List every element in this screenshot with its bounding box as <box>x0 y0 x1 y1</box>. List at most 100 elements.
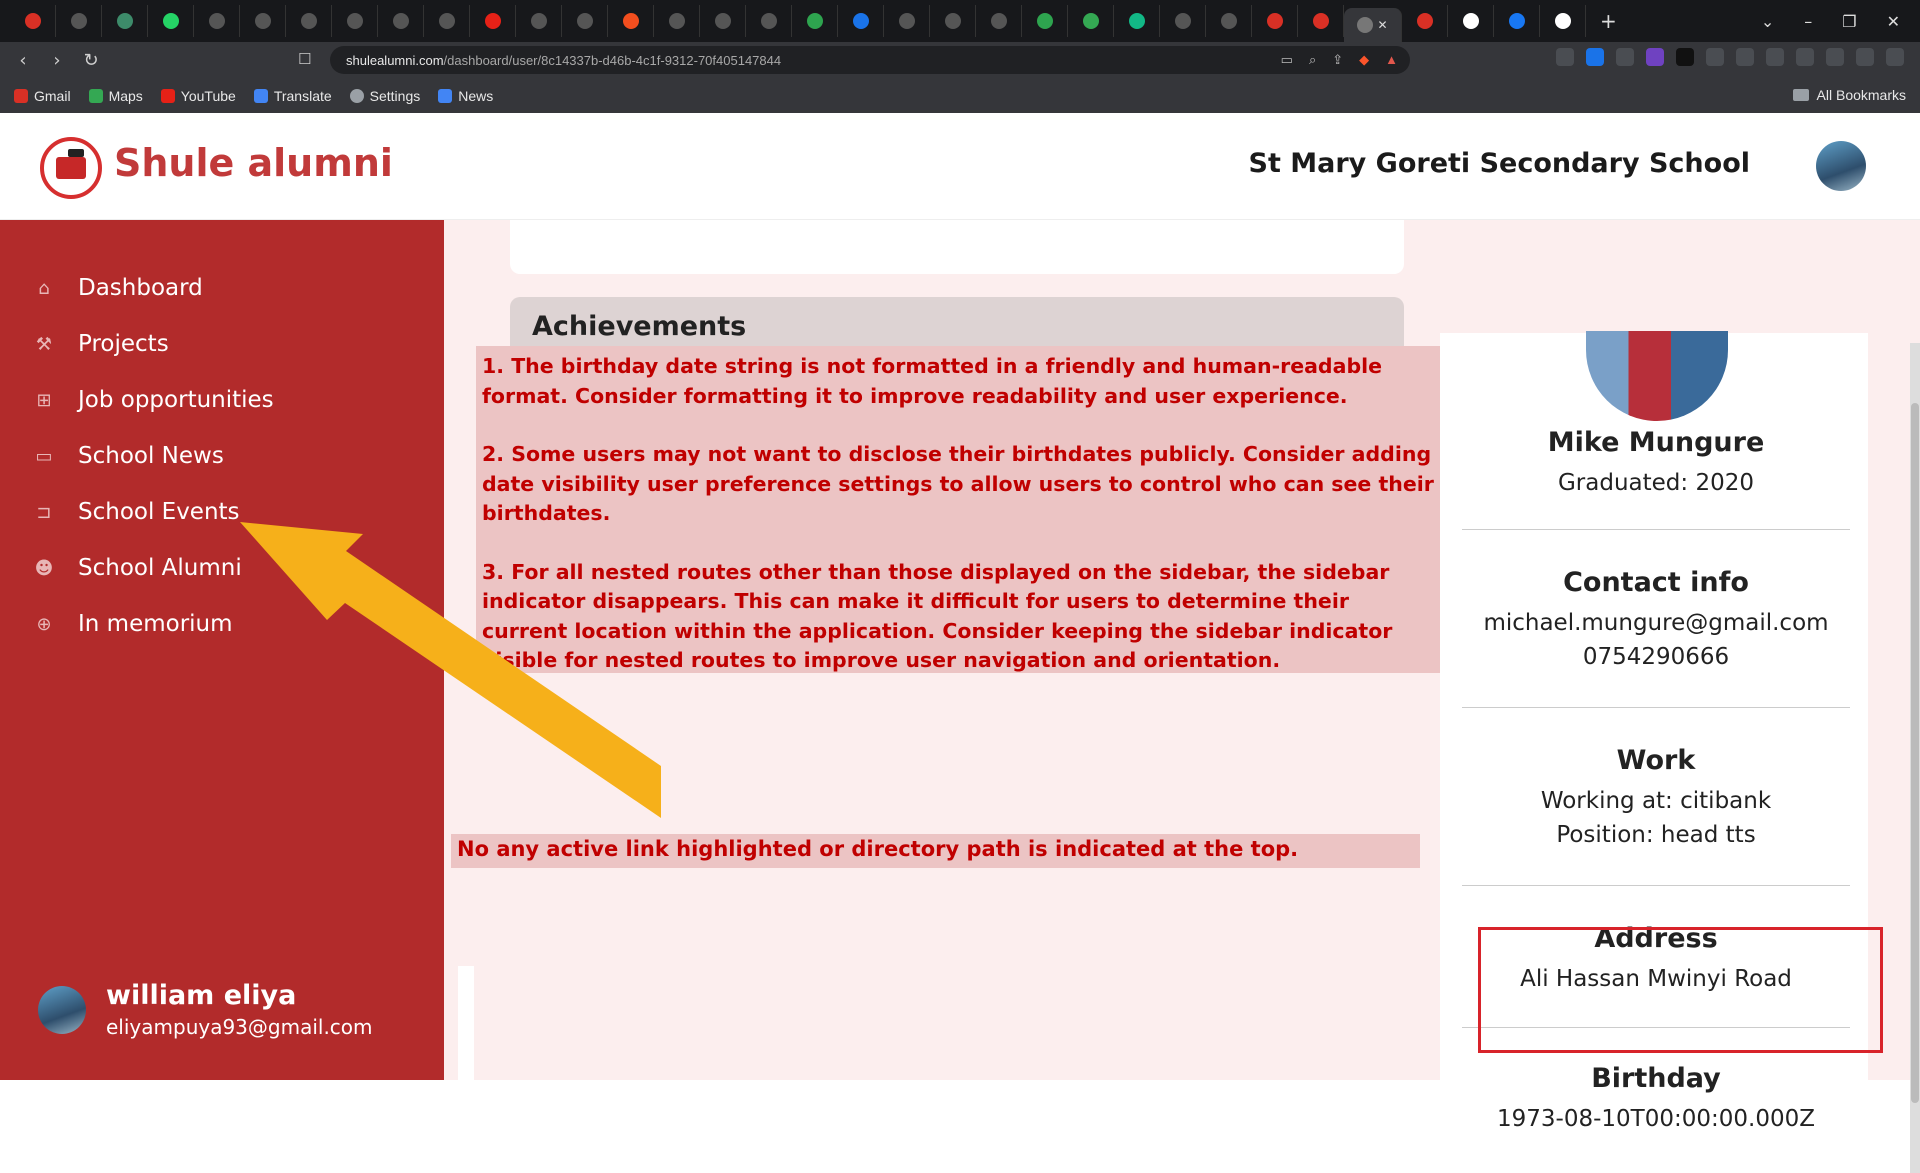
brave-rewards-icon[interactable]: ▲ <box>1385 52 1398 68</box>
review-note: 1. The birthday date string is not forma… <box>482 354 1383 408</box>
browser-tab[interactable] <box>976 5 1022 37</box>
browser-tab[interactable] <box>792 5 838 37</box>
birthday-info: Birthday 1973-08-10T00:00:00.000Z <box>1462 1063 1850 1136</box>
bookmark-icon[interactable]: ☐ <box>298 50 311 68</box>
avatar <box>38 985 86 1034</box>
section-title: Achievements <box>532 311 747 342</box>
url-path: /dashboard/user/8c14337b-d46b-4c1f-9312-… <box>443 52 782 68</box>
sidebar-item-in-memorium[interactable]: ⊕ In memorium <box>32 596 274 652</box>
divider <box>1462 707 1850 708</box>
chevron-down-icon[interactable]: ⌄ <box>1761 12 1774 31</box>
sidebar-item-school-alumni[interactable]: ☻ School Alumni <box>32 540 274 596</box>
browser-tab[interactable] <box>838 5 884 37</box>
divider <box>1462 885 1850 886</box>
sidebar-item-job-opportunities[interactable]: ⊞ Job opportunities <box>32 372 273 428</box>
back-icon[interactable]: ‹ <box>6 50 40 71</box>
sidebar-item-school-events[interactable]: ⊐ School Events <box>32 484 274 540</box>
contact-email[interactable]: michael.mungure@gmail.com <box>1462 606 1850 640</box>
browser-tab[interactable] <box>700 5 746 37</box>
logo-icon[interactable] <box>40 137 102 199</box>
plus-circle-icon: ⊕ <box>36 613 52 635</box>
browser-tab[interactable] <box>884 5 930 37</box>
browser-tab[interactable] <box>746 5 792 37</box>
bookmark-youtube[interactable]: YouTube <box>160 88 236 104</box>
browser-tab[interactable] <box>516 5 562 37</box>
avatar[interactable] <box>1816 141 1866 191</box>
browser-tab[interactable] <box>1252 5 1298 37</box>
close-icon[interactable]: ✕ <box>1377 18 1387 32</box>
extension-icon[interactable] <box>1616 48 1634 66</box>
graduated: Graduated: 2020 <box>1557 470 1754 496</box>
browser-tab[interactable] <box>562 5 608 37</box>
new-tab-icon[interactable]: + <box>1600 9 1617 33</box>
extension-icon[interactable] <box>1736 48 1754 66</box>
brave-shield-icon[interactable]: ◆ <box>1359 52 1369 68</box>
restore-icon[interactable]: ❐ <box>1842 12 1856 31</box>
zoom-icon[interactable]: ⌕ <box>1309 52 1316 68</box>
bookmark-news[interactable]: News <box>438 88 493 104</box>
sidebar-toggle-icon[interactable] <box>1826 48 1844 66</box>
sidebar-item-dashboard[interactable]: ⌂ Dashboard <box>32 260 274 316</box>
browser-tab[interactable] <box>1494 5 1540 37</box>
browser-tab[interactable] <box>56 5 102 37</box>
menu-icon[interactable] <box>1886 48 1904 66</box>
browser-tab[interactable] <box>332 5 378 37</box>
browser-tab[interactable] <box>1298 5 1344 37</box>
browser-tab[interactable] <box>1114 5 1160 37</box>
browser-tab[interactable] <box>102 5 148 37</box>
reload-icon[interactable]: ↻ <box>74 50 108 71</box>
bookmark-translate[interactable]: Translate <box>253 88 332 104</box>
bookmark-settings[interactable]: Settings <box>349 88 420 104</box>
contact-phone[interactable]: 0754290666 <box>1462 640 1850 674</box>
brand-name[interactable]: Shule alumni <box>114 141 393 185</box>
browser-tab[interactable] <box>424 5 470 37</box>
bookmark-maps[interactable]: Maps <box>88 88 143 104</box>
browser-tab[interactable] <box>608 5 654 37</box>
puzzle-icon[interactable] <box>1796 48 1814 66</box>
bookmark-gmail[interactable]: Gmail <box>14 88 71 104</box>
extension-icon[interactable] <box>1676 48 1694 66</box>
current-user[interactable]: william eliya eliyampuya93@gmail.com <box>38 980 373 1039</box>
browser-tab[interactable] <box>1402 5 1448 37</box>
browser-tab[interactable] <box>654 5 700 37</box>
extension-icon[interactable] <box>1766 48 1784 66</box>
browser-tab[interactable] <box>1022 5 1068 37</box>
cast-icon[interactable]: ▭ <box>1281 52 1293 68</box>
folder-icon <box>1792 89 1809 101</box>
all-bookmarks[interactable]: All Bookmarks <box>1792 87 1906 103</box>
content-card <box>510 220 1404 274</box>
gmail-icon <box>14 88 28 103</box>
review-note: 2. Some users may not want to disclose t… <box>482 442 1434 525</box>
extension-icon[interactable] <box>1646 48 1664 66</box>
url-host: shulealumni.com <box>346 52 444 68</box>
sidebar-item-school-news[interactable]: ▭ School News <box>32 428 274 484</box>
browser-tab[interactable] <box>378 5 424 37</box>
scrollbar-thumb[interactable] <box>1911 403 1919 1103</box>
browser-tab[interactable] <box>10 5 56 37</box>
extension-icon[interactable] <box>1556 48 1574 66</box>
browser-tab[interactable] <box>930 5 976 37</box>
sidebar-item-projects[interactable]: ⚒ Projects <box>32 316 274 372</box>
window-controls: ⌄ – ❐ ✕ <box>1761 0 1920 42</box>
address-bar[interactable]: shulealumni.com/dashboard/user/8c14337b-… <box>330 46 1410 74</box>
wallet-icon[interactable] <box>1856 48 1874 66</box>
forward-icon[interactable]: › <box>40 50 74 71</box>
browser-tab[interactable] <box>286 5 332 37</box>
review-note-bottom: No any active link highlighted or direct… <box>451 834 1420 868</box>
browser-tab[interactable] <box>1448 5 1494 37</box>
browser-tab[interactable] <box>240 5 286 37</box>
extension-icon[interactable] <box>1586 48 1604 66</box>
close-window-icon[interactable]: ✕ <box>1887 12 1900 31</box>
browser-tab[interactable] <box>1540 5 1586 37</box>
active-browser-tab[interactable]: ✕ <box>1344 8 1402 42</box>
scrollbar[interactable] <box>1910 343 1920 1173</box>
browser-tab[interactable] <box>148 5 194 37</box>
share-icon[interactable]: ⇪ <box>1332 52 1343 68</box>
browser-tab[interactable] <box>1206 5 1252 37</box>
browser-tab[interactable] <box>1160 5 1206 37</box>
minimize-icon[interactable]: – <box>1804 12 1812 31</box>
extension-icon[interactable] <box>1706 48 1724 66</box>
browser-tab[interactable] <box>194 5 240 37</box>
browser-tab[interactable] <box>470 5 516 37</box>
browser-tab[interactable] <box>1068 5 1114 37</box>
